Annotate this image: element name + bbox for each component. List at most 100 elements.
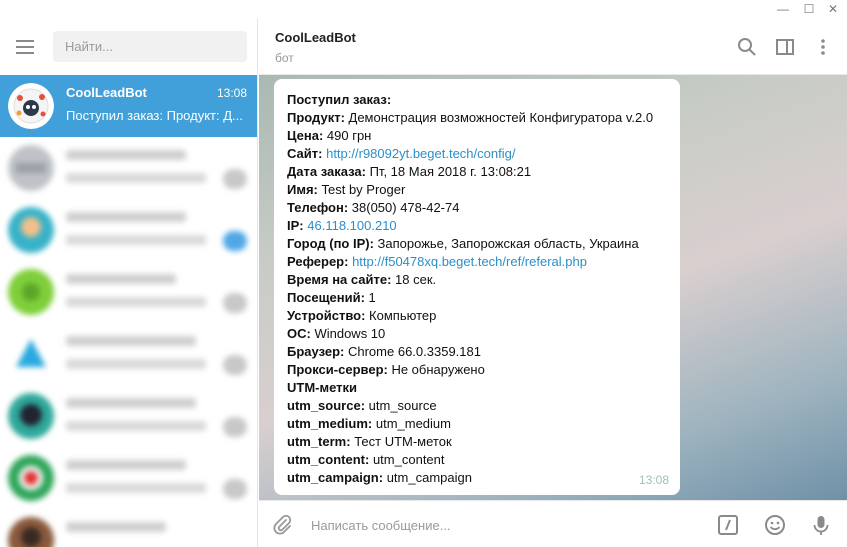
message-area: Поступил заказ: Продукт: Демонстрация воз… [259, 75, 847, 500]
field-value: 38(050) 478-42-74 [348, 200, 460, 215]
close-button[interactable]: ✕ [823, 1, 843, 17]
message-line: utm_source: utm_source [287, 397, 667, 415]
chat-name-placeholder [66, 398, 196, 408]
bot-avatar [8, 83, 54, 129]
avatar [16, 339, 46, 367]
slash-command-icon[interactable] [717, 514, 739, 536]
field-label: utm_content: [287, 452, 370, 467]
field-value: utm_source [365, 398, 437, 413]
message-line: Реферер: http://f50478xq.beget.tech/ref/… [287, 253, 667, 271]
field-label: Устройство: [287, 308, 366, 323]
message-line: Браузер: Chrome 66.0.3359.181 [287, 343, 667, 361]
columns-icon[interactable] [775, 37, 795, 57]
avatar [8, 455, 54, 501]
chat-item[interactable] [0, 385, 257, 447]
message-line: IP: 46.118.100.210 [287, 217, 667, 235]
chat-name-placeholder [66, 460, 186, 470]
chat-subtitle: бот [275, 51, 294, 65]
message-composer [259, 500, 847, 547]
message-line: Устройство: Компьютер [287, 307, 667, 325]
message-line: utm_content: utm_content [287, 451, 667, 469]
chat-preview-placeholder [66, 235, 206, 245]
chat-preview-placeholder [66, 421, 206, 431]
message-text: Поступил заказ: Продукт: Демонстрация воз… [287, 91, 667, 487]
field-label: Сайт: [287, 146, 323, 161]
sidebar-top [0, 18, 257, 75]
message-line: Поступил заказ: [287, 91, 667, 109]
message-line: Посещений: 1 [287, 289, 667, 307]
message-line: utm_campaign: utm_campaign [287, 469, 667, 487]
field-link[interactable]: 46.118.100.210 [307, 218, 396, 233]
field-label: Дата заказа: [287, 164, 366, 179]
message-line: Имя: Test by Proger [287, 181, 667, 199]
avatar [8, 393, 54, 439]
field-label: utm_term: [287, 434, 351, 449]
avatar [8, 269, 54, 315]
field-label: Посещений: [287, 290, 365, 305]
chat-preview: Поступил заказ: Продукт: Д... [66, 108, 243, 123]
paperclip-icon[interactable] [271, 514, 293, 536]
field-value: Демонстрация возможностей Конфигуратора … [344, 110, 654, 125]
maximize-button[interactable]: ☐ [799, 1, 819, 17]
field-label: ОС: [287, 326, 311, 341]
smile-icon[interactable] [764, 514, 786, 536]
minimize-button[interactable]: — [773, 1, 793, 17]
chat-item[interactable] [0, 323, 257, 385]
chat-item[interactable] [0, 509, 257, 547]
search-icon[interactable] [737, 37, 757, 57]
chat-item[interactable] [0, 261, 257, 323]
message-bubble[interactable]: Поступил заказ: Продукт: Демонстрация воз… [274, 79, 680, 495]
field-value: Chrome 66.0.3359.181 [344, 344, 481, 359]
message-line: Телефон: 38(050) 478-42-74 [287, 199, 667, 217]
avatar [8, 517, 54, 547]
chat-name-placeholder [66, 212, 186, 222]
field-label: Город (по IP): [287, 236, 374, 251]
message-line: utm_medium: utm_medium [287, 415, 667, 433]
chat-item[interactable] [0, 447, 257, 509]
field-label: Телефон: [287, 200, 349, 215]
chat-name: CoolLeadBot [66, 85, 147, 100]
search-input[interactable] [53, 31, 247, 62]
chat-list-sidebar: CoolLeadBot 13:08 Поступил заказ: Продук… [0, 18, 258, 547]
unread-badge [223, 169, 247, 189]
chat-preview-placeholder [66, 359, 206, 369]
field-value: Test by Proger [317, 182, 406, 197]
chat-item-coolleadbot[interactable]: CoolLeadBot 13:08 Поступил заказ: Продук… [0, 75, 257, 137]
field-label: Реферер: [287, 254, 349, 269]
field-value: Тест UTM-меток [350, 434, 452, 449]
window-titlebar: — ☐ ✕ [0, 0, 847, 18]
field-link[interactable]: http://r98092yt.beget.tech/config/ [326, 146, 515, 161]
microphone-icon[interactable] [810, 514, 832, 536]
message-line: Сайт: http://r98092yt.beget.tech/config/ [287, 145, 667, 163]
more-vertical-icon[interactable] [813, 37, 833, 57]
avatar [8, 207, 54, 253]
message-line: UTM-метки [287, 379, 667, 397]
hamburger-icon[interactable] [16, 40, 34, 54]
chat-title[interactable]: CoolLeadBot [275, 30, 356, 45]
field-link[interactable]: http://f50478xq.beget.tech/ref/referal.p… [352, 254, 587, 269]
unread-badge [223, 417, 247, 437]
field-label: Время на сайте: [287, 272, 392, 287]
field-value: 18 сек. [391, 272, 437, 287]
chat-name-placeholder [66, 150, 186, 160]
field-label: utm_campaign: [287, 470, 384, 485]
unread-badge [223, 293, 247, 313]
chat-item[interactable] [0, 137, 257, 199]
field-label: Цена: [287, 128, 324, 143]
chat-item[interactable] [0, 199, 257, 261]
message-line: Дата заказа: Пт, 18 Мая 2018 г. 13:08:21 [287, 163, 667, 181]
field-label: utm_source: [287, 398, 366, 413]
message-input[interactable] [311, 513, 691, 537]
unread-badge [223, 355, 247, 375]
unread-badge [223, 479, 247, 499]
message-time: 13:08 [638, 473, 669, 487]
field-label: Браузер: [287, 344, 345, 359]
field-value: 490 грн [323, 128, 372, 143]
field-label: Прокси-сервер: [287, 362, 388, 377]
field-value: Компьютер [365, 308, 437, 323]
chat-preview-placeholder [66, 297, 206, 307]
field-value: Не обнаружено [387, 362, 485, 377]
message-line: Продукт: Демонстрация возможностей Конфи… [287, 109, 667, 127]
chat-name-placeholder [66, 522, 166, 532]
unread-badge [223, 231, 247, 251]
